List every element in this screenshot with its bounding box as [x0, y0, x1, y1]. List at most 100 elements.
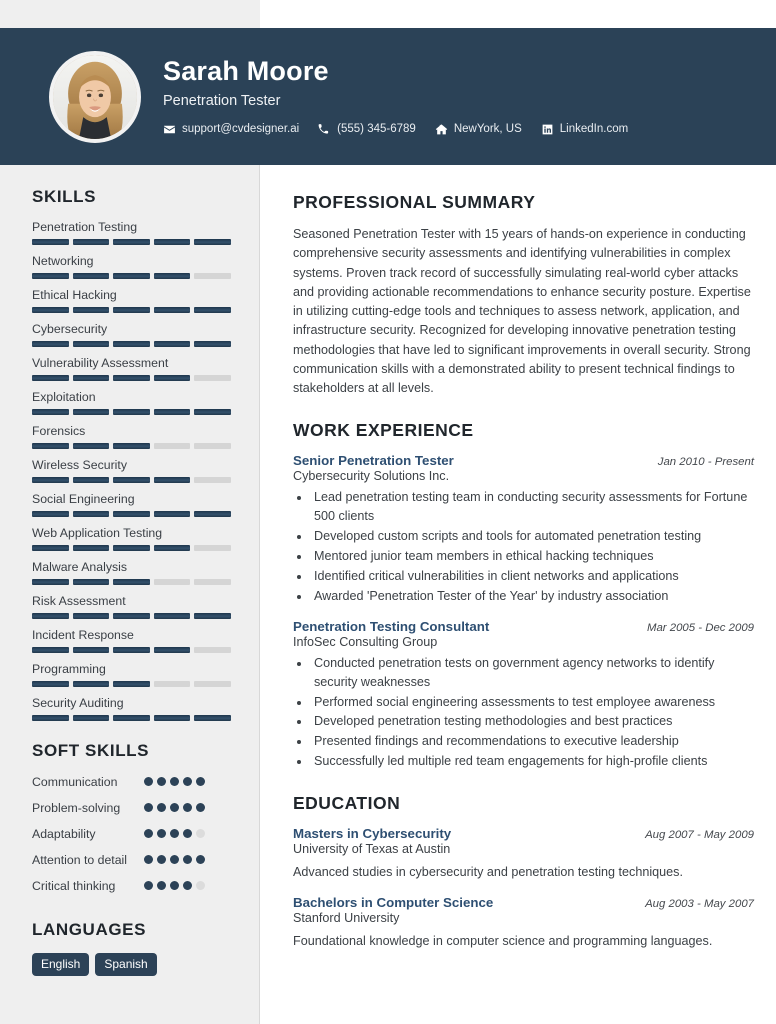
soft-skill-rating — [144, 774, 205, 786]
skill-level-bar — [32, 647, 231, 653]
entry-header: Penetration Testing Consultant Mar 2005 -… — [293, 619, 754, 634]
skill-level-segment — [153, 579, 191, 585]
skill-level-bar — [32, 477, 231, 483]
skill-level-bar — [32, 681, 231, 687]
entry-description: Advanced studies in cybersecurity and pe… — [293, 865, 683, 880]
rating-dot — [157, 803, 166, 812]
profile-photo — [53, 54, 137, 139]
rating-dot — [196, 803, 205, 812]
experience-section: WORK EXPERIENCE Senior Penetration Teste… — [293, 420, 754, 771]
skill-item: Forensics — [32, 424, 231, 449]
skill-level-segment — [72, 511, 110, 517]
skill-level-segment — [113, 545, 150, 551]
skill-item: Wireless Security — [32, 458, 231, 483]
rating-dot — [157, 777, 166, 786]
skill-level-segment — [153, 613, 191, 619]
header-text: Sarah Moore Penetration Tester support@c… — [163, 56, 628, 136]
skill-label: Social Engineering — [32, 492, 135, 506]
rating-dot — [183, 829, 192, 838]
entry-title: Senior Penetration Tester — [293, 453, 454, 469]
entry-bullet-list: Conducted penetration tests on governmen… — [311, 654, 754, 771]
soft-skill-rating — [144, 800, 205, 812]
rating-dot — [144, 803, 153, 812]
soft-skill-rating — [144, 852, 205, 864]
soft-skill-item: Critical thinking — [32, 878, 231, 898]
skill-level-segment — [153, 681, 191, 687]
skill-level-segment — [194, 341, 231, 347]
skill-label: Security Auditing — [32, 696, 124, 710]
soft-skill-label: Attention to detail — [32, 853, 128, 867]
skill-level-segment — [113, 647, 150, 653]
skill-level-segment — [194, 715, 231, 721]
skill-label: Programming — [32, 662, 106, 676]
contact-linkedin[interactable]: LinkedIn.com — [541, 123, 628, 136]
skill-level-segment — [32, 341, 69, 347]
skill-item: Risk Assessment — [32, 594, 231, 619]
language-chip[interactable]: English — [32, 953, 90, 976]
language-chip[interactable]: Spanish — [95, 953, 157, 976]
skill-label: Ethical Hacking — [32, 288, 117, 302]
rating-dot — [144, 855, 153, 864]
skill-level-segment — [113, 681, 150, 687]
skill-level-segment — [113, 239, 150, 245]
skill-item: Malware Analysis — [32, 560, 231, 585]
resume-entry: Senior Penetration Tester Jan 2010 - Pres… — [293, 453, 754, 605]
skill-level-segment — [32, 409, 69, 415]
entry-organization: Stanford University — [293, 910, 400, 925]
skill-level-segment — [194, 545, 231, 551]
education-section: EDUCATION Masters in Cybersecurity Aug 20… — [293, 793, 754, 951]
entry-organization: InfoSec Consulting Group — [293, 634, 438, 649]
skill-label: Wireless Security — [32, 458, 127, 472]
skill-item: Web Application Testing — [32, 526, 231, 551]
contact-email[interactable]: support@cvdesigner.ai — [163, 123, 299, 136]
rating-dot — [170, 881, 179, 890]
skill-label: Web Application Testing — [32, 526, 163, 540]
skill-level-segment — [194, 239, 231, 245]
skill-level-segment — [153, 545, 191, 551]
contact-location[interactable]: NewYork, US — [435, 123, 522, 136]
skill-level-segment — [113, 443, 150, 449]
skill-level-segment — [153, 715, 191, 721]
entry-date: Jan 2010 - Present — [657, 456, 754, 469]
skill-item: Vulnerability Assessment — [32, 356, 231, 381]
resume-entry: Penetration Testing Consultant Mar 2005 -… — [293, 619, 754, 771]
skill-level-bar — [32, 341, 231, 347]
soft-skill-item: Problem-solving — [32, 800, 231, 820]
skill-level-segment — [194, 477, 231, 483]
entry-description: Foundational knowledge in computer scien… — [293, 933, 713, 948]
rating-dot — [144, 881, 153, 890]
rating-dot — [170, 803, 179, 812]
skill-level-segment — [72, 613, 110, 619]
entry-date: Aug 2003 - May 2007 — [645, 897, 754, 910]
linkedin-icon — [542, 124, 553, 135]
page-title: Sarah Moore — [163, 56, 329, 87]
soft-skills-list: Communication Problem-solving Adaptability… — [32, 774, 231, 898]
entry-bullet: Lead penetration testing team in conduct… — [311, 488, 754, 526]
skill-item: Exploitation — [32, 390, 231, 415]
rating-dot — [144, 829, 153, 838]
skill-level-bar — [32, 375, 231, 381]
resume-entry: Bachelors in Computer Science Aug 2003 - … — [293, 895, 754, 951]
soft-skill-label: Adaptability — [32, 827, 96, 841]
skill-level-bar — [32, 511, 231, 517]
skill-level-segment — [32, 443, 69, 449]
rating-dot — [183, 855, 192, 864]
skill-label: Penetration Testing — [32, 220, 138, 234]
sidebar: SKILLS Penetration Testing Networking Ethi… — [0, 165, 260, 1024]
skill-label: Forensics — [32, 424, 86, 438]
contact-phone[interactable]: (555) 345-6789 — [318, 123, 416, 136]
rating-dot — [170, 777, 179, 786]
skill-label: Cybersecurity — [32, 322, 108, 336]
skills-heading: SKILLS — [32, 187, 97, 206]
language-chip-list: English Spanish — [32, 953, 231, 976]
skill-item: Social Engineering — [32, 492, 231, 517]
skill-level-bar — [32, 409, 231, 415]
rating-dot — [157, 829, 166, 838]
skill-level-segment — [72, 409, 110, 415]
summary-text: Seasoned Penetration Tester with 15 year… — [293, 227, 751, 396]
rating-dot — [183, 777, 192, 786]
skill-level-segment — [32, 647, 69, 653]
skill-level-segment — [32, 477, 69, 483]
rating-dot — [157, 881, 166, 890]
skill-label: Vulnerability Assessment — [32, 356, 169, 370]
